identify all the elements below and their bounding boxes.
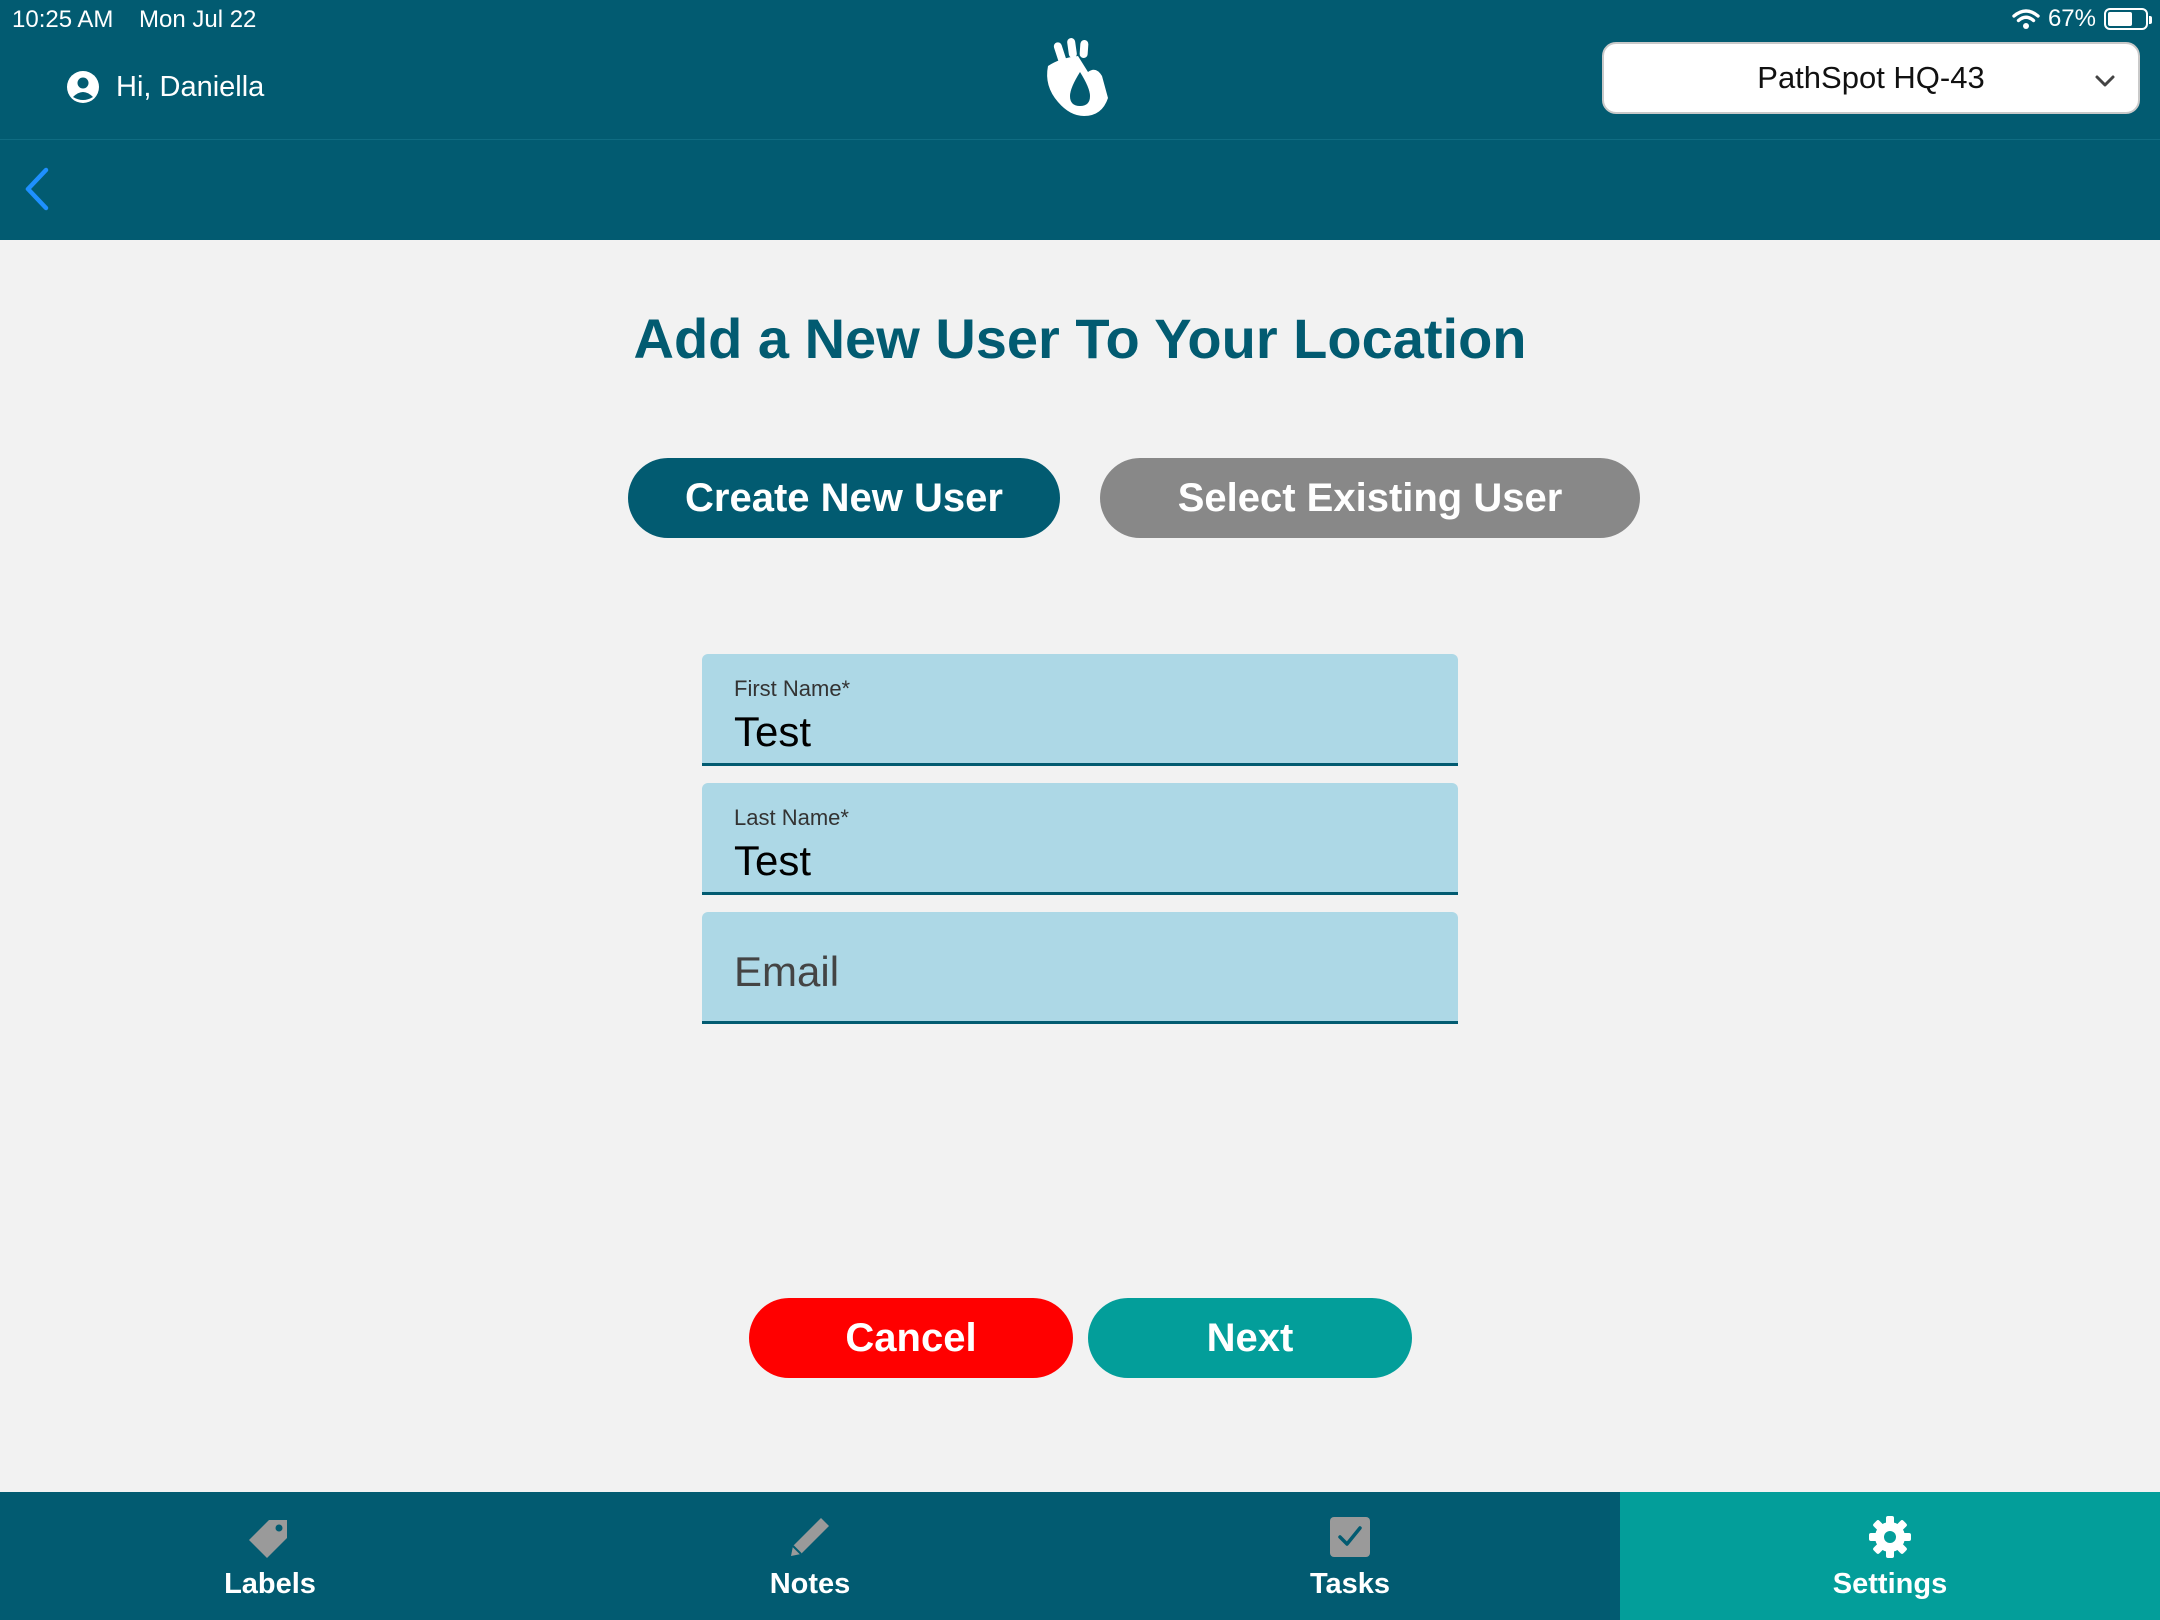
tab-settings-label: Settings — [1832, 1568, 1948, 1600]
page-title: Add a New User To Your Location — [633, 307, 1527, 370]
location-value: PathSpot HQ-43 — [1757, 60, 1985, 95]
chevron-down-icon — [2095, 75, 2115, 87]
tab-settings[interactable]: Settings — [1620, 1492, 2160, 1620]
last-name-value[interactable]: Test — [734, 837, 811, 885]
first-name-value[interactable]: Test — [734, 708, 811, 756]
tab-notes[interactable]: Notes — [540, 1492, 1080, 1620]
email-placeholder[interactable]: Email — [734, 948, 839, 996]
checkbox-icon — [1330, 1517, 1370, 1557]
gear-icon — [1869, 1516, 1911, 1558]
greeting-text: Hi, Daniella — [116, 70, 265, 103]
pencil-icon — [791, 1518, 829, 1556]
tab-labels-label: Labels — [224, 1568, 316, 1600]
bottom-tab-bar: Labels Notes Tasks Settings — [0, 1492, 2160, 1620]
header: 10:25 AM Mon Jul 22 67% Hi, Daniella Pat… — [0, 0, 2160, 240]
next-button[interactable]: Next — [1088, 1298, 1412, 1378]
select-existing-user-button[interactable]: Select Existing User — [1100, 458, 1640, 538]
battery-icon — [2104, 8, 2152, 30]
pathspot-logo-icon — [1047, 38, 1108, 116]
location-dropdown[interactable]: PathSpot HQ-43 — [1602, 42, 2140, 114]
cancel-button[interactable]: Cancel — [749, 1298, 1073, 1378]
battery-percentage: 67% — [2047, 5, 2096, 32]
first-name-label: First Name* — [734, 676, 851, 701]
status-bar: 10:25 AM Mon Jul 22 67% — [0, 0, 2160, 40]
app-root: 10:25 AM Mon Jul 22 67% Hi, Daniella Pat… — [0, 0, 2160, 1620]
status-date: Mon Jul 22 — [139, 6, 257, 33]
back-chevron-icon[interactable] — [22, 166, 54, 212]
tab-tasks[interactable]: Tasks — [1080, 1492, 1620, 1620]
header-divider — [0, 139, 2160, 140]
last-name-field[interactable]: Last Name* Test — [702, 783, 1458, 895]
user-avatar-icon — [67, 71, 99, 103]
user-greeting[interactable]: Hi, Daniella — [66, 70, 264, 104]
first-name-field[interactable]: First Name* Test — [702, 654, 1458, 766]
create-new-user-button[interactable]: Create New User — [628, 458, 1060, 538]
status-indicators: 67% — [2012, 5, 2152, 33]
status-time: 10:25 AM — [12, 6, 114, 33]
tag-icon — [249, 1520, 287, 1558]
tab-labels[interactable]: Labels — [0, 1492, 540, 1620]
battery-level — [2108, 12, 2133, 26]
tab-notes-label: Notes — [769, 1568, 851, 1600]
wifi-icon — [2012, 9, 2040, 29]
email-field[interactable]: Email — [702, 912, 1458, 1024]
last-name-label: Last Name* — [734, 805, 849, 830]
tab-tasks-label: Tasks — [1309, 1568, 1391, 1600]
